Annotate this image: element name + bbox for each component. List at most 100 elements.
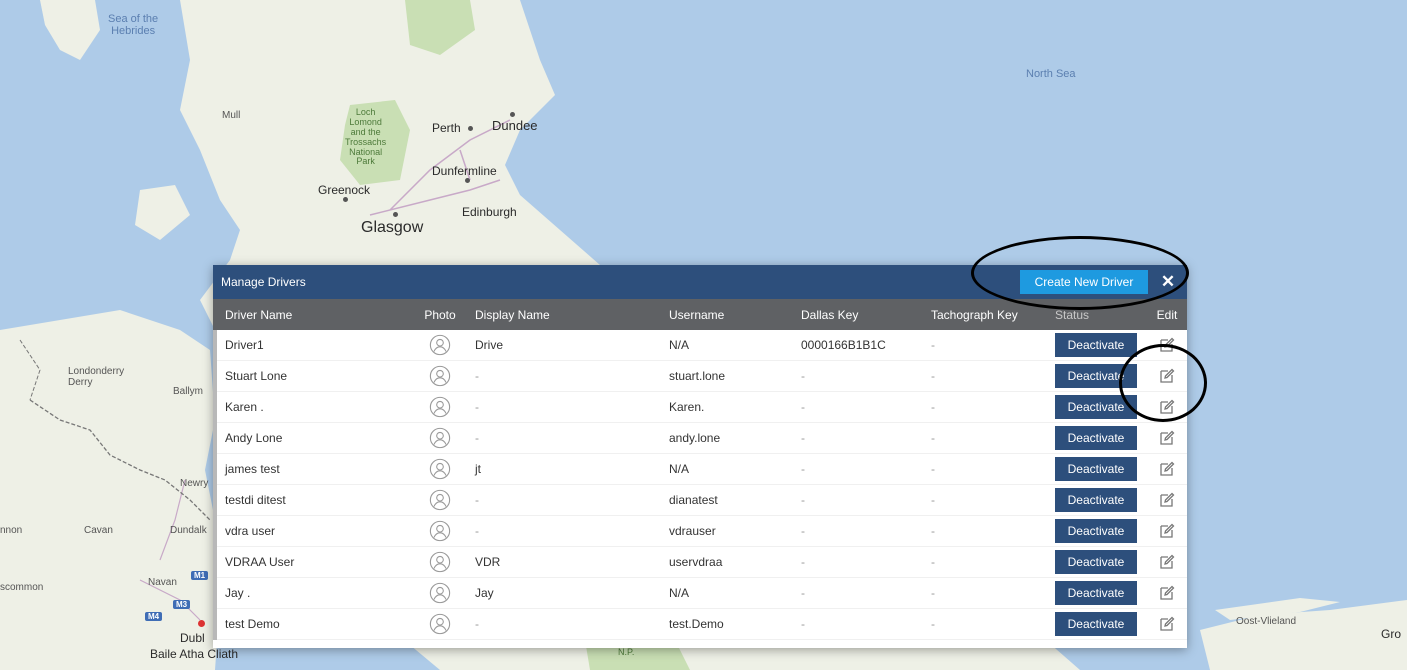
drivers-table-body: Driver1 Drive N/A 0000166B1B1C - Deactivate St… xyxy=(213,329,1187,640)
deactivate-button[interactable]: Deactivate xyxy=(1055,581,1137,605)
dallas-key-cell: - xyxy=(801,555,805,569)
edit-cell xyxy=(1147,337,1187,353)
deactivate-button[interactable]: Deactivate xyxy=(1055,519,1137,543)
pencil-edit-icon[interactable] xyxy=(1159,616,1175,632)
deactivate-button[interactable]: Deactivate xyxy=(1055,457,1137,481)
deactivate-button[interactable]: Deactivate xyxy=(1055,550,1137,574)
close-icon[interactable]: ✕ xyxy=(1158,271,1178,293)
pencil-edit-icon[interactable] xyxy=(1159,368,1175,384)
edit-cell xyxy=(1147,554,1187,570)
dallas-key-cell: - xyxy=(801,617,805,631)
deactivate-button[interactable]: Deactivate xyxy=(1055,612,1137,636)
pencil-edit-icon[interactable] xyxy=(1159,337,1175,353)
tachograph-key-cell: - xyxy=(931,338,935,352)
photo-cell xyxy=(415,520,465,542)
driver-name-cell: test Demo xyxy=(213,608,415,640)
driver-name-cell: VDRAA User xyxy=(213,546,415,578)
pencil-edit-icon[interactable] xyxy=(1159,399,1175,415)
map-label-cavan: Cavan xyxy=(84,525,113,536)
city-dot-glasgow xyxy=(393,212,398,217)
photo-cell xyxy=(415,489,465,511)
pencil-edit-icon[interactable] xyxy=(1159,554,1175,570)
deactivate-button[interactable]: Deactivate xyxy=(1055,333,1137,357)
driver-name-cell: vdra user xyxy=(213,515,415,547)
status-cell: Deactivate xyxy=(1047,550,1147,574)
table-row[interactable]: Stuart Lone - stuart.lone - - Deactivate xyxy=(213,360,1187,392)
deactivate-button[interactable]: Deactivate xyxy=(1055,426,1137,450)
map-label-londonderry: Londonderry Derry xyxy=(68,366,125,388)
status-cell: Deactivate xyxy=(1047,488,1147,512)
city-dot-dundee xyxy=(510,112,515,117)
status-cell: Deactivate xyxy=(1047,364,1147,388)
pencil-edit-icon[interactable] xyxy=(1159,461,1175,477)
status-cell: Deactivate xyxy=(1047,395,1147,419)
create-new-driver-button[interactable]: Create New Driver xyxy=(1020,270,1148,294)
table-row[interactable]: james test jt N/A - - Deactivate xyxy=(213,453,1187,485)
user-avatar-icon xyxy=(429,489,451,511)
table-header: Driver Name Photo Display Name Username … xyxy=(213,299,1187,330)
map-label-nnon: nnon xyxy=(0,525,23,536)
column-header-display-name[interactable]: Display Name xyxy=(465,308,659,322)
username-cell: uservdraa xyxy=(669,555,723,569)
status-cell: Deactivate xyxy=(1047,333,1147,357)
column-header-dallas-key[interactable]: Dallas Key xyxy=(791,308,921,322)
username-cell: Karen. xyxy=(669,400,705,414)
map-label-baile-atha-cliath: Baile Atha Cliath xyxy=(150,647,239,661)
map-label-perth: Perth xyxy=(432,121,461,135)
map-label-north-sea: North Sea xyxy=(1026,68,1076,80)
dialog-header: Manage Drivers Create New Driver ✕ xyxy=(213,265,1187,299)
status-cell: Deactivate xyxy=(1047,581,1147,605)
deactivate-button[interactable]: Deactivate xyxy=(1055,364,1137,388)
deactivate-button[interactable]: Deactivate xyxy=(1055,488,1137,512)
column-header-username[interactable]: Username xyxy=(659,308,791,322)
user-avatar-icon xyxy=(429,458,451,480)
pencil-edit-icon[interactable] xyxy=(1159,523,1175,539)
column-header-driver-name[interactable]: Driver Name xyxy=(213,308,415,322)
display-name-cell: - xyxy=(475,524,479,538)
photo-cell xyxy=(415,582,465,604)
deactivate-button[interactable]: Deactivate xyxy=(1055,395,1137,419)
map-label-scommon: scommon xyxy=(0,582,44,593)
edit-cell xyxy=(1147,430,1187,446)
table-row[interactable]: vdra user - vdrauser - - Deactivate xyxy=(213,515,1187,547)
display-name-cell: - xyxy=(475,617,479,631)
username-cell: N/A xyxy=(669,586,690,600)
username-cell: vdrauser xyxy=(669,524,716,538)
column-header-tachograph-key[interactable]: Tachograph Key xyxy=(921,308,1047,322)
table-row[interactable]: testdi ditest - dianatest - - Deactivate xyxy=(213,484,1187,516)
column-header-status: Status xyxy=(1055,307,1090,322)
pencil-edit-icon[interactable] xyxy=(1159,492,1175,508)
tachograph-key-cell: - xyxy=(931,555,935,569)
edit-cell xyxy=(1147,616,1187,632)
table-row[interactable]: test Demo - test.Demo - - Deactivate xyxy=(213,608,1187,640)
dallas-key-cell: - xyxy=(801,369,805,383)
user-avatar-icon xyxy=(429,582,451,604)
map-label-sea-of-hebrides: Sea of the Hebrides xyxy=(108,13,159,38)
photo-cell xyxy=(415,334,465,356)
table-row[interactable]: Karen . - Karen. - - Deactivate xyxy=(213,391,1187,423)
table-row[interactable]: Driver1 Drive N/A 0000166B1B1C - Deactivate xyxy=(213,329,1187,361)
pencil-edit-icon[interactable] xyxy=(1159,430,1175,446)
tachograph-key-cell: - xyxy=(931,369,935,383)
tachograph-key-cell: - xyxy=(931,617,935,631)
edit-cell xyxy=(1147,399,1187,415)
table-row[interactable]: Andy Lone - andy.lone - - Deactivate xyxy=(213,422,1187,454)
dallas-key-cell: - xyxy=(801,400,805,414)
table-row[interactable]: Jay . Jay N/A - - Deactivate xyxy=(213,577,1187,609)
driver-name-cell: james test xyxy=(213,453,415,485)
user-avatar-icon xyxy=(429,613,451,635)
dallas-key-cell: - xyxy=(801,462,805,476)
tachograph-key-cell: - xyxy=(931,586,935,600)
photo-cell xyxy=(415,613,465,635)
map-label-dundalk: Dundalk xyxy=(170,525,207,536)
username-cell: N/A xyxy=(669,338,690,352)
map-label-dundee: Dundee xyxy=(492,118,538,133)
map-label-loch-lomond: Loch Lomond and the Trossachs National Park xyxy=(345,107,387,167)
table-row[interactable]: VDRAA User VDR uservdraa - - Deactivate xyxy=(213,546,1187,578)
tachograph-key-cell: - xyxy=(931,400,935,414)
map-label-ballymena: Ballym xyxy=(173,386,204,397)
driver-name-cell: Andy Lone xyxy=(213,422,415,454)
display-name-cell: Jay xyxy=(475,586,494,600)
column-header-edit: Edit xyxy=(1156,307,1178,322)
pencil-edit-icon[interactable] xyxy=(1159,585,1175,601)
